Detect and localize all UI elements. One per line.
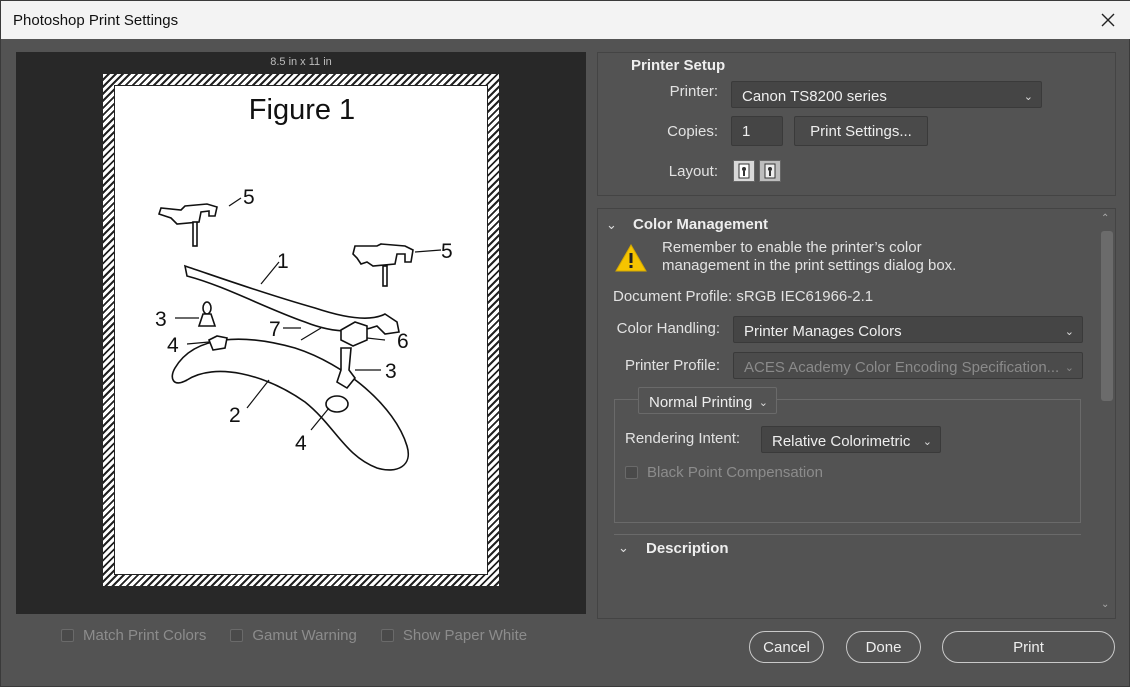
printer-profile-select[interactable]: ACES Academy Color Encoding Specificatio… [733, 352, 1083, 379]
section-divider [614, 534, 1081, 535]
print-preview: 8.5 in x 11 in Figure 1 5 1 5 3 7 6 4 3 … [16, 52, 586, 614]
callout-5-top: 5 [243, 186, 255, 209]
printer-value: Canon TS8200 series [742, 88, 887, 105]
callout-1: 1 [277, 250, 289, 273]
chevron-down-icon: ⌄ [758, 397, 768, 409]
callout-5-right: 5 [441, 240, 453, 263]
gamut-warning-checkbox[interactable]: Gamut Warning [230, 627, 357, 644]
print-settings-button[interactable]: Print Settings... [794, 116, 928, 146]
printing-mode-value: Normal Printing [649, 394, 753, 411]
title-bar: Photoshop Print Settings [1, 1, 1130, 39]
checkbox-box[interactable] [230, 629, 244, 642]
chevron-down-icon: ⌄ [1023, 91, 1033, 103]
description-heading: Description [646, 540, 729, 557]
scroll-down-icon[interactable]: ⌄ [1101, 599, 1109, 610]
printer-setup-panel: Printer Setup Printer: Canon TS8200 seri… [597, 52, 1116, 196]
color-handling-label: Color Handling: [616, 320, 720, 337]
rendering-intent-select[interactable]: Relative Colorimetric ⌄ [761, 426, 941, 453]
printer-label: Printer: [669, 83, 718, 100]
color-management-heading: Color Management [633, 216, 769, 233]
warning-line-1: Remember to enable the printer’s color [662, 239, 922, 256]
portrait-layout-icon[interactable] [733, 160, 755, 182]
black-point-compensation-checkbox[interactable]: Black Point Compensation [625, 464, 823, 481]
cancel-button[interactable]: Cancel [749, 631, 824, 663]
callout-4-left: 4 [167, 334, 179, 357]
printer-setup-heading: Printer Setup [631, 57, 726, 74]
checkbox-label: Show Paper White [402, 627, 528, 644]
close-button[interactable] [1085, 1, 1130, 39]
copies-input[interactable]: 1 [731, 116, 783, 146]
print-button[interactable]: Print [942, 631, 1115, 663]
color-management-panel: ⌄ Color Management Remember to enable th… [597, 208, 1116, 619]
warning-line-2: management in the print settings dialog … [662, 257, 957, 274]
checkbox-box[interactable] [380, 629, 394, 642]
close-icon [1101, 13, 1115, 27]
expand-chevron-icon[interactable]: ⌄ [618, 540, 629, 556]
layout-label: Layout: [668, 163, 718, 180]
scroll-up-icon[interactable]: ⌃ [1101, 213, 1109, 224]
window-title: Photoshop Print Settings [13, 12, 179, 29]
checkbox-label: Match Print Colors [83, 627, 207, 644]
chevron-down-icon: ⌄ [922, 436, 932, 448]
print-settings-dialog: Photoshop Print Settings 8.5 in x 11 in … [0, 0, 1130, 687]
rendering-group [614, 399, 1081, 523]
printing-mode-select[interactable]: Normal Printing ⌄ [638, 387, 777, 414]
callout-2: 2 [229, 404, 241, 427]
match-print-colors-checkbox[interactable]: Match Print Colors [61, 627, 206, 644]
rendering-intent-value: Relative Colorimetric [772, 433, 911, 450]
collapse-chevron-icon[interactable]: ⌄ [606, 217, 617, 233]
color-handling-value: Printer Manages Colors [744, 323, 902, 340]
landscape-layout-icon[interactable] [759, 160, 781, 182]
callout-3-left: 3 [155, 308, 167, 331]
copies-label: Copies: [667, 123, 718, 140]
callout-7: 7 [269, 318, 281, 341]
preview-options: Match Print Colors Gamut Warning Show Pa… [61, 627, 527, 644]
document-profile: Document Profile: sRGB IEC61966-2.1 [613, 288, 874, 305]
scrollbar[interactable]: ⌃ ⌄ [1099, 213, 1113, 615]
figure-illustration: 5 1 5 3 7 6 4 3 2 4 [155, 186, 453, 471]
paper-size-label: 8.5 in x 11 in [270, 56, 332, 68]
show-paper-white-checkbox[interactable]: Show Paper White [380, 627, 528, 644]
color-handling-select[interactable]: Printer Manages Colors ⌄ [733, 316, 1083, 343]
printer-select[interactable]: Canon TS8200 series ⌄ [731, 81, 1042, 108]
paper-sheet: Figure 1 5 1 5 3 7 6 4 3 2 4 [103, 74, 499, 586]
checkbox-box[interactable] [625, 466, 638, 479]
checkbox-label: Gamut Warning [252, 627, 357, 644]
checkbox-box[interactable] [61, 629, 74, 642]
rendering-intent-label: Rendering Intent: [625, 430, 741, 447]
chevron-down-icon: ⌄ [1064, 362, 1074, 374]
checkbox-label: Black Point Compensation [647, 464, 823, 481]
printable-area: Figure 1 5 1 5 3 7 6 4 3 2 4 [114, 85, 488, 575]
callout-3-right: 3 [385, 360, 397, 383]
callout-6: 6 [397, 330, 409, 353]
chevron-down-icon: ⌄ [1064, 326, 1074, 338]
scroll-thumb[interactable] [1101, 231, 1113, 401]
done-button[interactable]: Done [846, 631, 921, 663]
warning-icon [615, 243, 647, 272]
printer-profile-label: Printer Profile: [624, 357, 720, 374]
callout-4-bottom: 4 [295, 432, 307, 455]
printer-profile-value: ACES Academy Color Encoding Specificatio… [744, 359, 1060, 376]
